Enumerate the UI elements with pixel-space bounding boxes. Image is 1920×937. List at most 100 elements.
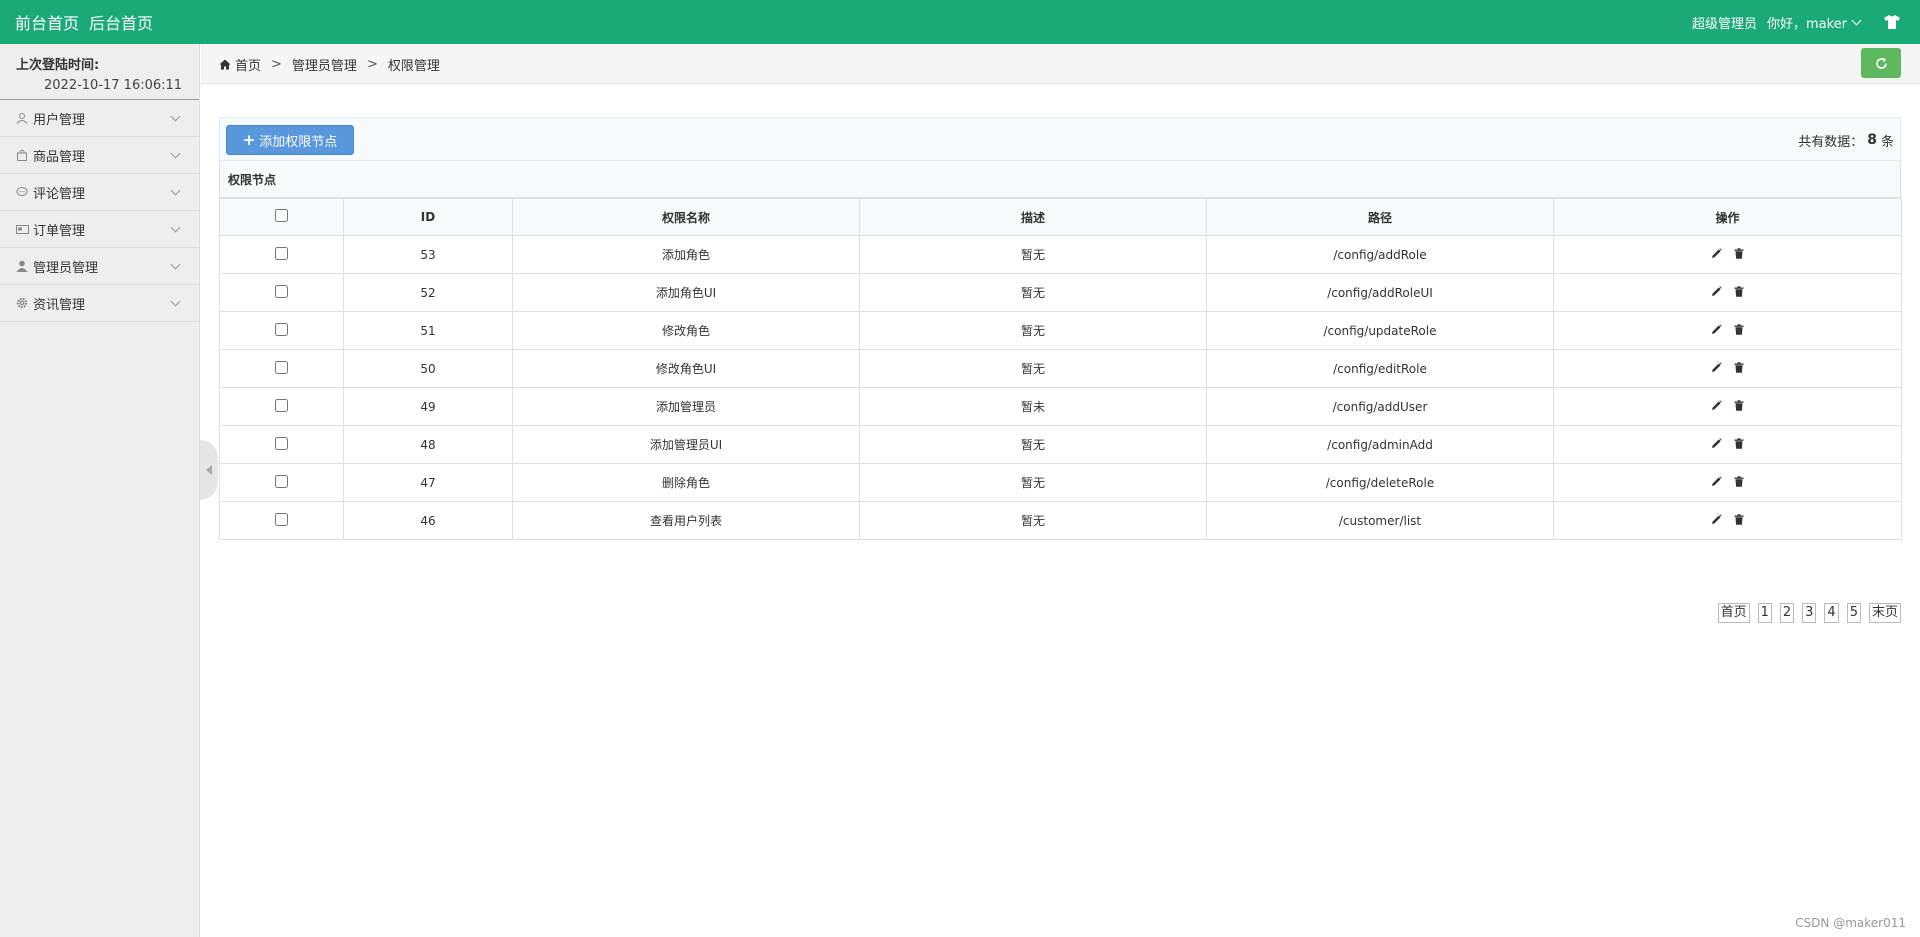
cell-name: 修改角色 (512, 311, 860, 350)
front-home-link[interactable]: 前台首页 (15, 10, 79, 34)
cell-path: /config/adminAdd (1206, 425, 1554, 464)
sidebar-item-label: 订单管理 (33, 223, 86, 239)
page-first[interactable]: 首页 (1717, 603, 1750, 623)
cell-desc: 暂无 (859, 463, 1207, 502)
table-row: 48 添加管理员UI 暂无/config/adminAdd (219, 425, 1902, 464)
back-home-link[interactable]: 后台首页 (89, 10, 153, 34)
chevron-down-icon (170, 185, 181, 196)
edit-icon[interactable] (1711, 361, 1722, 373)
breadcrumb-home[interactable]: 首页 (235, 55, 261, 74)
edit-icon[interactable] (1711, 285, 1722, 297)
row-checkbox[interactable] (275, 360, 288, 374)
cell-ops (1553, 273, 1902, 312)
shirt-icon[interactable] (1884, 15, 1900, 29)
refresh-button[interactable] (1861, 48, 1901, 78)
cell-name: 查看用户列表 (512, 501, 860, 540)
chevron-down-icon (170, 148, 181, 159)
cell-name: 添加管理员UI (512, 425, 860, 464)
page-5[interactable]: 5 (1846, 603, 1861, 623)
row-select-cell (219, 387, 344, 426)
cell-ops (1553, 311, 1902, 350)
sidebar-item-admins[interactable]: 管理员管理 (0, 248, 199, 285)
row-checkbox[interactable] (275, 398, 288, 412)
table-header-row: ID 权限名称 描述 路径 操作 (219, 198, 1902, 236)
row-checkbox[interactable] (275, 322, 288, 336)
edit-icon[interactable] (1711, 475, 1722, 487)
cell-desc: 暂无 (859, 501, 1207, 540)
edit-icon[interactable] (1711, 513, 1722, 525)
cell-desc: 暂无 (859, 349, 1207, 388)
row-checkbox[interactable] (275, 284, 288, 298)
column-header-id: ID (343, 198, 513, 236)
table-row: 46 查看用户列表 暂无/customer/list (219, 501, 1902, 540)
chevron-down-icon (170, 296, 181, 307)
row-checkbox[interactable] (275, 436, 288, 450)
user-dropdown[interactable]: 你好，maker (1767, 13, 1862, 32)
edit-icon[interactable] (1711, 437, 1722, 449)
sidebar-item-label: 评论管理 (33, 186, 86, 202)
cell-id: 50 (343, 349, 513, 388)
total-count: 共有数据： 8 条 (1798, 118, 1894, 162)
last-login-time: 2022-10-17 16:06:11 (44, 78, 183, 93)
chevron-down-icon (170, 259, 181, 270)
sidebar-item-products[interactable]: 商品管理 (0, 137, 199, 174)
row-select-cell (219, 349, 344, 388)
cell-id: 48 (343, 425, 513, 464)
sidebar-item-news[interactable]: 资讯管理 (0, 285, 199, 322)
sidebar-collapse-toggle[interactable] (200, 440, 218, 500)
breadcrumb-admin-management[interactable]: 管理员管理 (292, 55, 357, 74)
cell-ops (1553, 463, 1902, 502)
trash-icon[interactable] (1734, 285, 1744, 297)
page-3[interactable]: 3 (1802, 603, 1817, 623)
row-select-cell (219, 501, 344, 540)
cell-id: 52 (343, 273, 513, 312)
sidebar: 上次登陆时间: 2022-10-17 16:06:11 用户管理 商品管理 评论… (0, 44, 200, 937)
row-select-cell (219, 311, 344, 350)
trash-icon[interactable] (1734, 437, 1744, 449)
page-2[interactable]: 2 (1779, 603, 1795, 623)
cell-path: /customer/list (1206, 501, 1554, 540)
total-suffix: 条 (1880, 134, 1894, 150)
row-checkbox[interactable] (275, 512, 288, 526)
sidebar-item-comments[interactable]: 评论管理 (0, 174, 199, 211)
top-nav-bar: 前台首页 后台首页 超级管理员 你好，maker (0, 0, 1920, 44)
edit-icon[interactable] (1711, 247, 1722, 259)
cell-path: /config/editRole (1206, 349, 1554, 388)
row-checkbox[interactable] (275, 246, 288, 260)
row-select-cell (219, 463, 344, 502)
cell-id: 46 (343, 501, 513, 540)
edit-icon[interactable] (1711, 399, 1722, 411)
breadcrumb: 首页 > 管理员管理 > 权限管理 (219, 44, 440, 84)
edit-icon[interactable] (1711, 323, 1722, 335)
trash-icon[interactable] (1734, 323, 1744, 335)
trash-icon[interactable] (1734, 513, 1744, 525)
chevron-down-icon (1851, 15, 1862, 25)
top-user-area: 超级管理员 你好，maker (1692, 0, 1900, 44)
trash-icon[interactable] (1734, 475, 1744, 487)
role-label: 超级管理员 (1691, 16, 1757, 32)
add-permission-node-button[interactable]: + 添加权限节点 (226, 125, 354, 155)
page-4[interactable]: 4 (1824, 603, 1839, 623)
breadcrumb-separator: > (271, 56, 282, 72)
cell-ops (1553, 349, 1902, 388)
sidebar-item-orders[interactable]: 订单管理 (0, 211, 199, 248)
trash-icon[interactable] (1734, 247, 1744, 259)
row-select-cell (219, 425, 344, 464)
table-toolbar: + 添加权限节点 共有数据： 8 条 (219, 117, 1901, 161)
total-prefix: 共有数据： (1798, 134, 1864, 150)
cell-name: 添加角色 (512, 235, 860, 274)
cell-desc: 暂无 (859, 425, 1207, 464)
page-1[interactable]: 1 (1757, 603, 1772, 623)
sidebar-item-label: 用户管理 (33, 112, 86, 128)
card-icon (15, 222, 29, 236)
row-checkbox[interactable] (275, 474, 288, 488)
cell-ops (1553, 501, 1902, 540)
trash-icon[interactable] (1734, 361, 1744, 373)
table-row: 53 添加角色 暂无/config/addRole (219, 235, 1902, 274)
cell-desc: 暂未 (859, 387, 1207, 426)
trash-icon[interactable] (1734, 399, 1744, 411)
select-all-cell (219, 198, 344, 236)
sidebar-item-users[interactable]: 用户管理 (0, 100, 199, 137)
select-all-checkbox[interactable] (275, 209, 288, 222)
page-last[interactable]: 末页 (1868, 603, 1901, 623)
